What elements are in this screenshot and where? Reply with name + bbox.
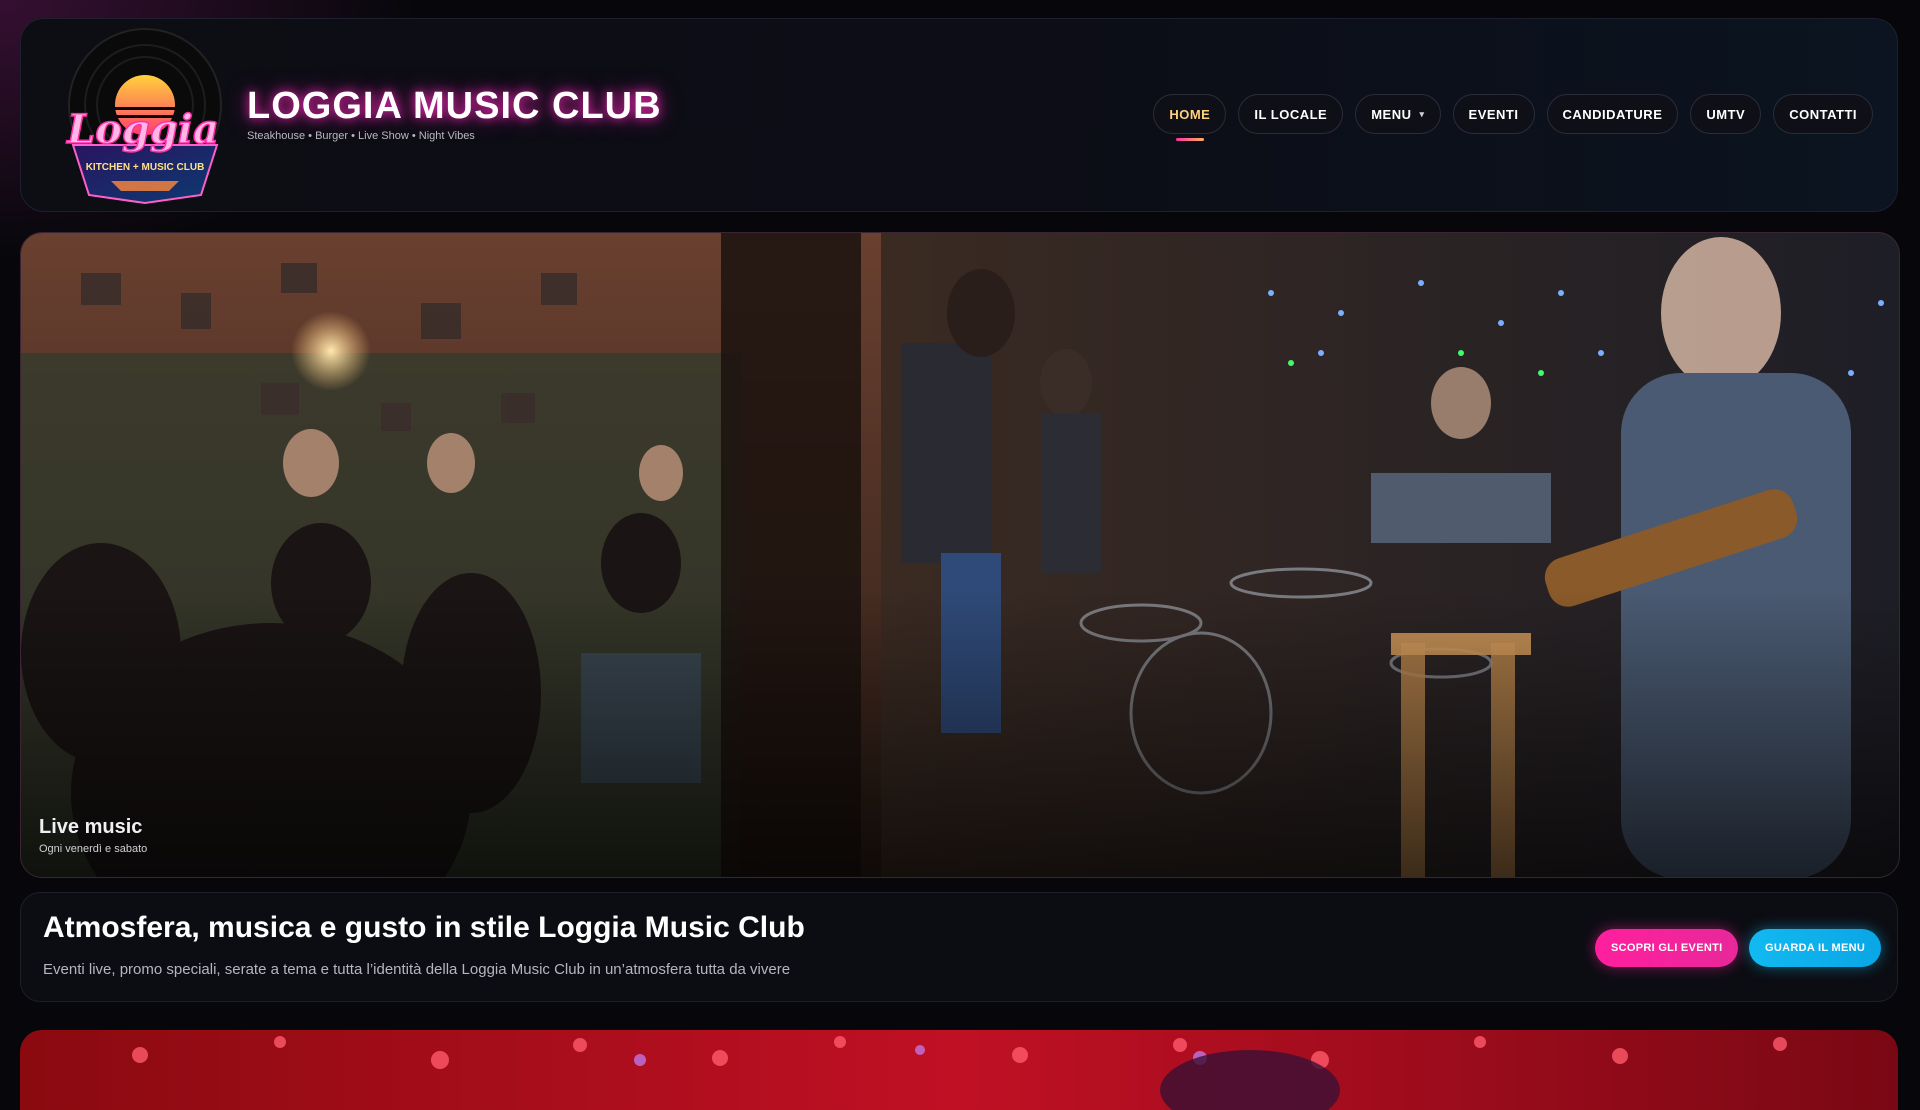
discover-events-button[interactable]: SCOPRI GLI EVENTI — [1595, 929, 1739, 967]
events-banner[interactable] — [20, 1030, 1898, 1110]
hero-image — [21, 233, 1899, 877]
logo[interactable]: Loggia KITCHEN + MUSIC CLUB — [51, 25, 235, 205]
nav-umtv-label: UMTV — [1706, 106, 1746, 122]
logo-subtext: KITCHEN + MUSIC CLUB — [86, 162, 205, 173]
main-nav: HOME IL LOCALE MENU ▾ EVENTI CANDIDATURE … — [1153, 94, 1873, 141]
nav-il-locale-label: IL LOCALE — [1254, 106, 1328, 122]
logo-script: Loggia — [66, 106, 219, 153]
hero-subtitle: Ogni venerdì e sabato — [39, 843, 148, 855]
nav-home-label: HOME — [1169, 106, 1211, 122]
hero-slide[interactable]: Live music Ogni venerdì e sabato — [20, 232, 1900, 878]
view-menu-button[interactable]: GUARDA IL MENU — [1749, 929, 1882, 967]
intro-title: Atmosfera, musica e gusto in stile Loggi… — [43, 911, 805, 944]
site-header: Loggia KITCHEN + MUSIC CLUB LOGGIA MUSIC… — [20, 18, 1898, 212]
banner-image — [20, 1030, 1898, 1110]
nav-contatti[interactable]: CONTATTI — [1773, 94, 1873, 134]
nav-il-locale[interactable]: IL LOCALE — [1238, 94, 1344, 134]
nav-menu[interactable]: MENU ▾ — [1355, 94, 1441, 134]
site-title[interactable]: LOGGIA MUSIC CLUB — [247, 84, 662, 128]
nav-menu-label: MENU — [1371, 106, 1412, 122]
hero-caption: Live music Ogni venerdì e sabato — [39, 816, 147, 855]
nav-eventi-label: EVENTI — [1468, 106, 1519, 122]
nav-candidature[interactable]: CANDIDATURE — [1546, 94, 1679, 134]
brand: LOGGIA MUSIC CLUB Steakhouse • Burger • … — [247, 84, 662, 142]
intro-card: Atmosfera, musica e gusto in stile Loggi… — [20, 892, 1898, 1002]
nav-contatti-label: CONTATTI — [1789, 106, 1857, 122]
nav-eventi[interactable]: EVENTI — [1452, 94, 1535, 134]
nav-umtv[interactable]: UMTV — [1690, 94, 1762, 134]
intro-description: Eventi live, promo speciali, serate a te… — [43, 961, 791, 978]
hero-title: Live music — [39, 816, 143, 838]
nav-home[interactable]: HOME — [1153, 94, 1227, 141]
site-tagline: Steakhouse • Burger • Live Show • Night … — [247, 130, 475, 142]
chevron-down-icon: ▾ — [1419, 108, 1425, 119]
nav-candidature-label: CANDIDATURE — [1562, 106, 1663, 122]
